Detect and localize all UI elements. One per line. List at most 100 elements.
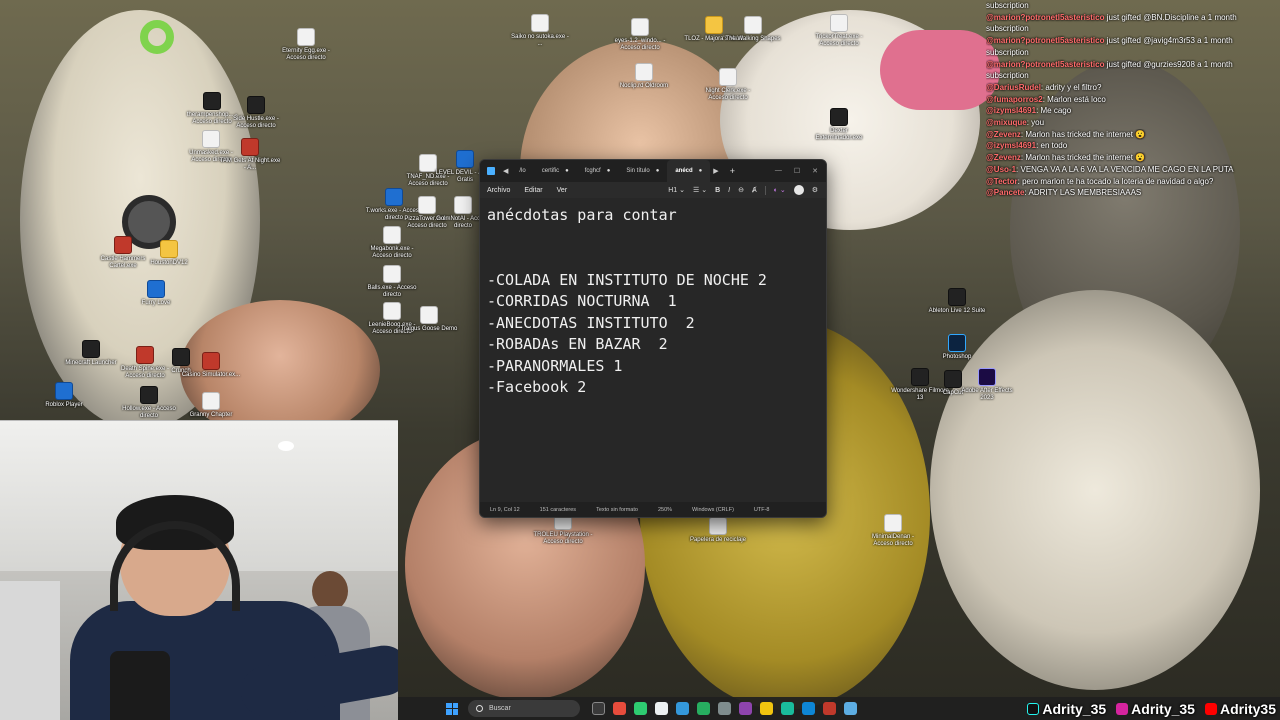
unsaved-dot-icon: ● [655,168,660,174]
status-encoding[interactable]: UTF-8 [744,507,780,513]
app-icon [241,138,259,156]
taskbar-app-icon[interactable] [697,702,710,715]
taskbar-app-icon[interactable] [802,702,815,715]
bold-button[interactable]: B [715,187,720,194]
chat-message: @Uso-1: VENGA VA A LA 6 VA LA VENCIDA ME… [986,164,1234,174]
maximize-icon[interactable]: ☐ [794,167,800,175]
desktop-icon[interactable]: TAM Gets At Night.exe - A... [219,138,281,172]
desktop-icon[interactable]: Megabonk.exe - Acceso directo [361,226,423,260]
desktop-icon[interactable]: Tralgus Goose Demo [398,306,460,333]
chat-message: @izymsl4691: en todo [986,141,1068,151]
list-icon[interactable]: ☰ ⌄ [693,186,707,194]
notepad-tab[interactable]: certific ● [534,160,577,182]
app-icon [114,236,132,254]
app-icon [140,386,158,404]
taskbar-search-box[interactable]: Buscar [468,700,580,717]
desktop-icon[interactable]: Granny Chapter [180,392,242,419]
taskbar-app-icon[interactable] [613,702,626,715]
tab-scroll-right-icon[interactable]: ▶ [710,167,721,175]
start-tile [452,702,458,708]
file-icon [297,28,315,46]
taskbar-app-icon[interactable] [655,702,668,715]
notepad-tab[interactable]: Sin título ● [618,160,667,182]
unsaved-dot-icon: ● [565,168,569,174]
desktop-icon[interactable]: Roblox Player [33,382,95,409]
desktop-icon[interactable]: Balls.exe - Acceso directo [361,265,423,299]
chat-message: @marion?potronetl5asteristico just gifte… [986,12,1237,22]
windows-taskbar: Buscar Adrity_35 Adrity_35 Adrity35 [398,697,1280,720]
chat-message: @fumaporros2: Marlon está loco [986,94,1106,104]
taskbar-app-icon[interactable] [739,702,752,715]
ableton-icon [948,288,966,306]
taskbar-app-icon[interactable] [718,702,731,715]
desktop-icon[interactable]: HoustonDV12 [138,240,200,267]
desktop-icon[interactable]: MinimalDenan - Acceso directo [862,514,924,548]
desktop-icon[interactable]: Dexter Exterminador.exe [808,108,870,142]
desktop-icon[interactable]: Photoshop [926,334,988,361]
start-button[interactable] [446,702,458,715]
status-format[interactable]: Texto sin formato [586,507,648,513]
tab-scroll-left-icon[interactable]: ◀ [500,167,511,175]
format-toolbar: H1 ⌄ ☰ ⌄ B I ⊖ Ⱥ ◐ ⌄ ⚙ [668,185,826,195]
desktop-icon[interactable]: The Walking Shapes [722,16,784,43]
account-avatar[interactable] [793,185,804,195]
chat-message: subscription [986,1,1029,10]
chat-message: @marion?potronetl5asteristico just gifte… [986,59,1233,69]
desktop-icon[interactable]: eyes-1.2_windo... - Acceso directo [609,18,671,52]
notepad-tab[interactable]: fcghcf ● [577,160,619,182]
desktop-icon[interactable]: Saiko no sutoka.exe - ... [509,14,571,48]
notepad-tab[interactable]: /lo [511,160,533,182]
taskbar-app-icon[interactable] [634,702,647,715]
minimize-icon[interactable]: — [775,167,782,175]
desktop-icon[interactable]: Noclip.rd Oldroom [613,63,675,90]
notepad-text-area[interactable]: anécdotas para contar -COLADA EN INSTITU… [480,198,826,504]
notepad-tab-bar: ◀ /lo certific ● fcghcf ● Sin título ● anéc… [480,160,826,182]
menu-ver[interactable]: Ver [550,187,575,194]
link-icon[interactable]: ⊖ [738,186,744,194]
notepad-status-bar: Ln 9, Col 12 151 caracteres Texto sin fo… [480,502,826,517]
copilot-icon[interactable]: ◐ ⌄ [774,186,786,194]
taskbar-app-icon[interactable] [760,702,773,715]
taskbar-app-icon[interactable] [592,702,605,715]
new-tab-plus-icon[interactable]: + [722,166,743,176]
instagram-icon [1116,702,1129,715]
chat-message: @Pancete: ADRITY LAS MEMBRESIAAAS [986,188,1142,198]
search-icon [476,705,483,712]
heading-dropdown[interactable]: H1 ⌄ [668,186,685,194]
desktop-icon[interactable]: Casino Simulator.ex... [180,352,242,379]
menu-editar[interactable]: Editar [517,187,549,194]
file-icon [202,392,220,410]
desktop-icon[interactable]: Eternity Egg.exe - Acceso directo [275,28,337,62]
desktop-icon[interactable]: Hollow.exe - Acceso directo [118,386,180,420]
desktop-icon[interactable]: TrickorTreat.exe - Acceso directo [808,14,870,48]
webcam-overlay [0,420,398,720]
clear-format-icon[interactable]: Ⱥ [752,187,757,194]
webcam-ceiling-light [278,441,294,451]
settings-gear-icon[interactable]: ⚙ [812,186,818,194]
desktop-icon[interactable]: Side Hustle.exe - Acceso directo [225,96,287,130]
file-icon [744,16,762,34]
desktop-icon[interactable]: Night Clerk.exe - Acceso directo [697,68,759,102]
desktop-icon[interactable]: Minecraft Launcher [60,340,122,367]
status-line-ending[interactable]: Windows (CRLF) [682,507,744,513]
menu-archivo[interactable]: Archivo [480,187,517,194]
taskbar-app-icon[interactable] [823,702,836,715]
file-icon [635,63,653,81]
file-icon [830,14,848,32]
close-icon[interactable]: ✕ [812,167,818,175]
notepad-window[interactable]: ◀ /lo certific ● fcghcf ● Sin título ● anéc… [479,159,827,518]
desktop-icon[interactable]: Adobe After Effects 2023 [956,368,1018,402]
app-icon [203,92,221,110]
taskbar-app-icon[interactable] [844,702,857,715]
desktop-icon[interactable]: Papelera de reciclaje [687,517,749,544]
status-zoom[interactable]: 250% [648,507,682,513]
taskbar-pinned-apps [592,702,857,715]
notepad-tab-active[interactable]: anécd ● [667,160,711,182]
italic-button[interactable]: I [728,187,730,194]
taskbar-app-icon[interactable] [781,702,794,715]
social-handle: Adrity35 [1204,701,1276,717]
desktop-icon[interactable]: Ableton Live 12 Suite [926,288,988,315]
file-icon [719,68,737,86]
taskbar-app-icon[interactable] [676,702,689,715]
desktop-icon[interactable]: Furry Love [125,280,187,307]
